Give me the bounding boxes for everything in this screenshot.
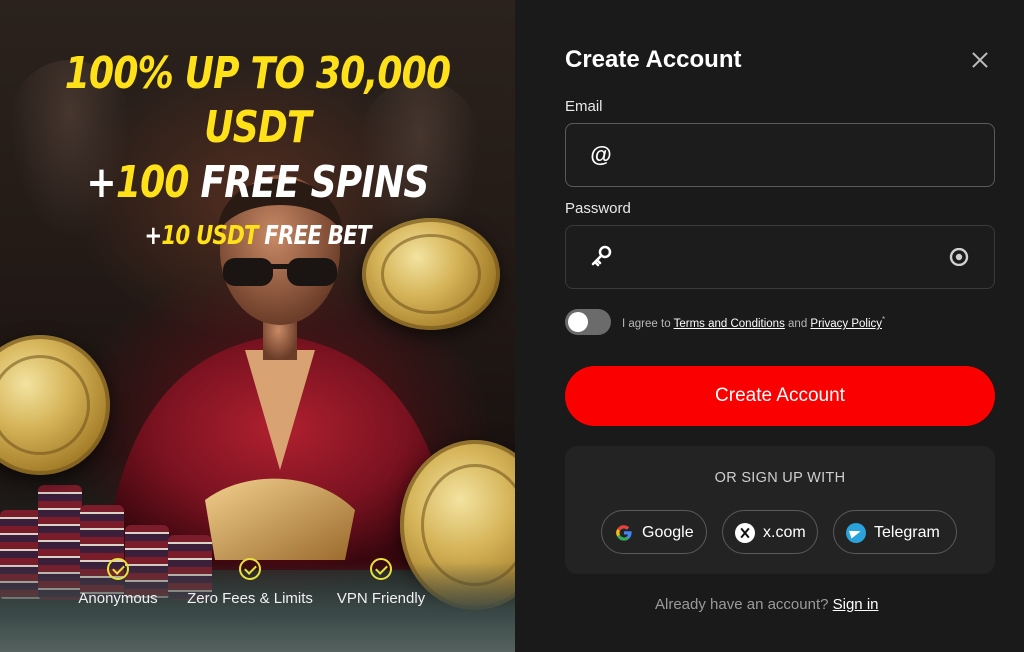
signin-link[interactable]: Sign in bbox=[833, 596, 879, 613]
coin-icon bbox=[0, 335, 110, 475]
feature-list: Anonymous Zero Fees & Limits VPN Friendl… bbox=[0, 558, 515, 618]
headline-bet-amount: 10 USDT bbox=[161, 221, 258, 251]
x-icon bbox=[735, 523, 755, 543]
headline-up-to: UP TO bbox=[184, 48, 305, 99]
required-mark: * bbox=[882, 315, 886, 324]
eye-icon[interactable] bbox=[948, 247, 970, 267]
headline-currency: USDT bbox=[204, 102, 311, 153]
password-field[interactable] bbox=[565, 225, 995, 289]
telegram-icon bbox=[846, 523, 866, 543]
promo-headline: 100% UP TO 30,000 USDT +100 FREE SPINS +… bbox=[0, 46, 515, 252]
signup-form-panel: Create Account Email @ Password I agree … bbox=[515, 0, 1024, 652]
x-signup-button[interactable]: x.com bbox=[722, 510, 818, 554]
social-label: Telegram bbox=[874, 524, 940, 541]
check-circle-icon bbox=[370, 558, 392, 580]
email-field[interactable]: @ bbox=[565, 123, 995, 187]
toggle-knob bbox=[568, 312, 588, 332]
check-circle-icon bbox=[239, 558, 261, 580]
feature-label: Zero Fees & Limits bbox=[187, 590, 313, 607]
social-label: Google bbox=[642, 524, 694, 541]
headline-plus-small: + bbox=[144, 221, 162, 251]
google-icon bbox=[614, 523, 634, 543]
password-label: Password bbox=[565, 200, 631, 217]
consent-and: and bbox=[788, 317, 808, 330]
promo-banner: 100% UP TO 30,000 USDT +100 FREE SPINS +… bbox=[0, 0, 515, 652]
form-title: Create Account bbox=[565, 46, 742, 73]
terms-consent: I agree to Terms and Conditions and Priv… bbox=[565, 309, 1005, 335]
social-title: OR SIGN UP WITH bbox=[714, 470, 846, 486]
terms-toggle[interactable] bbox=[565, 309, 611, 335]
social-signup-box: OR SIGN UP WITH Google x.com Telegram bbox=[565, 446, 995, 574]
feature-zero-fees: Zero Fees & Limits bbox=[182, 558, 318, 608]
email-input[interactable] bbox=[626, 136, 946, 176]
email-label: Email bbox=[565, 98, 603, 115]
headline-amount: 30,000 bbox=[315, 48, 451, 99]
feature-vpn-friendly: VPN Friendly bbox=[334, 558, 428, 608]
create-account-button[interactable]: Create Account bbox=[565, 366, 995, 426]
at-sign-icon: @ bbox=[590, 142, 612, 167]
headline-free-bet: FREE BET bbox=[264, 221, 371, 251]
feature-label: VPN Friendly bbox=[336, 590, 426, 607]
terms-link[interactable]: Terms and Conditions bbox=[674, 318, 785, 330]
key-icon bbox=[588, 244, 614, 270]
social-label: x.com bbox=[763, 524, 806, 541]
headline-percent: 100% bbox=[64, 48, 174, 99]
headline-spins-count: 100 bbox=[115, 157, 190, 208]
privacy-link[interactable]: Privacy Policy bbox=[810, 318, 882, 330]
signin-text: Already have an account? bbox=[655, 596, 829, 613]
feature-anonymous: Anonymous bbox=[70, 558, 166, 608]
close-icon[interactable] bbox=[968, 48, 992, 72]
check-circle-icon bbox=[107, 558, 129, 580]
consent-text: I agree to Terms and Conditions and Priv… bbox=[622, 315, 885, 330]
consent-prefix: I agree to bbox=[622, 317, 671, 330]
password-input[interactable] bbox=[626, 238, 946, 278]
google-signup-button[interactable]: Google bbox=[601, 510, 707, 554]
feature-label: Anonymous bbox=[78, 590, 158, 607]
telegram-signup-button[interactable]: Telegram bbox=[833, 510, 957, 554]
headline-free-spins: FREE SPINS bbox=[200, 157, 429, 208]
headline-plus: + bbox=[86, 157, 116, 208]
